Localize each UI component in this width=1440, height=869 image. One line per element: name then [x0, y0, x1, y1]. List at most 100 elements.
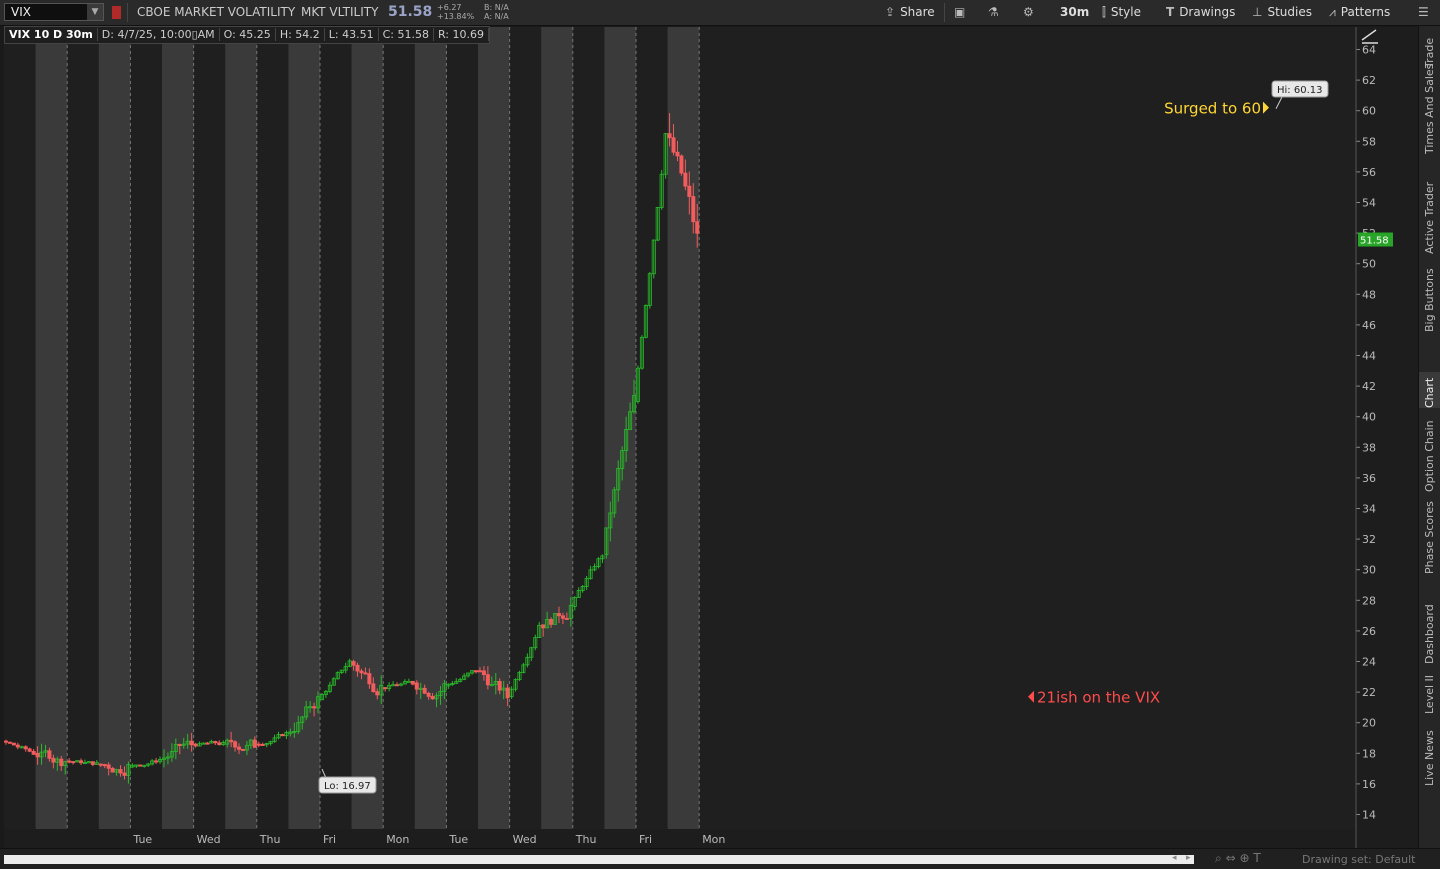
session-band — [35, 27, 68, 829]
day-label: Thu — [259, 833, 281, 846]
candle-body — [205, 742, 210, 745]
scroll-right-icon[interactable]: ▸ — [1186, 853, 1191, 863]
bottom-bar: ◂ ▸ ⌕ ⇔ ⊕ T Drawing set: Default — [0, 848, 1440, 869]
y-tick-label: 64 — [1362, 44, 1376, 57]
candle-body — [383, 687, 388, 690]
y-tick-label: 58 — [1362, 135, 1376, 148]
candle-body — [564, 617, 569, 620]
day-label: Mon — [702, 833, 725, 846]
candle-body — [312, 706, 317, 709]
candle-body — [240, 748, 245, 751]
tab-label: Chart — [1423, 377, 1436, 408]
candle-body — [549, 619, 554, 625]
text-tool-icon[interactable]: T — [1253, 851, 1260, 865]
candle-body — [106, 764, 111, 769]
low-label: Lo: 16.97 — [324, 781, 371, 792]
candle-body — [371, 683, 376, 693]
candle-body — [683, 172, 688, 187]
crosshair-icon[interactable]: ⊕ — [1239, 851, 1249, 865]
annotation-surged: Surged to 60 — [1164, 100, 1261, 118]
session-band — [225, 27, 257, 829]
candle-body — [675, 151, 680, 157]
candle-body — [11, 742, 16, 746]
candle-body — [414, 682, 419, 690]
y-tick-label: 30 — [1362, 564, 1376, 577]
y-tick-label: 24 — [1362, 656, 1376, 669]
candle-body — [79, 760, 84, 764]
right-sidebar-tabs: Trade Times And Sales Active Trader Big But… — [1418, 26, 1440, 848]
scroll-left-icon[interactable]: ◂ — [1172, 853, 1177, 863]
candle-body — [27, 748, 32, 752]
candle-body — [280, 734, 285, 737]
candle-body — [233, 741, 238, 748]
tab-label: Live News — [1423, 730, 1436, 786]
bar-low: L: 43.51 — [324, 28, 379, 41]
y-tick-label: 14 — [1362, 809, 1376, 822]
candle-body — [47, 750, 52, 759]
candle-body — [23, 746, 28, 750]
session-band — [351, 27, 384, 829]
session-band — [541, 27, 573, 829]
y-tick-label: 42 — [1362, 380, 1376, 393]
y-tick-label: 16 — [1362, 778, 1376, 791]
bar-high: H: 54.2 — [275, 28, 325, 41]
bar-open: O: 45.25 — [219, 28, 276, 41]
candle-body — [189, 740, 194, 746]
zoom-icon[interactable]: ⌕ — [1215, 851, 1222, 865]
y-tick-label: 28 — [1362, 594, 1376, 607]
day-label: Thu — [575, 833, 597, 846]
candle-body — [98, 763, 103, 766]
y-tick-label: 44 — [1362, 350, 1376, 363]
y-tick-label: 20 — [1362, 717, 1376, 730]
candle-body — [3, 740, 8, 743]
candle-body — [118, 769, 123, 774]
tab-chart[interactable]: Chart — [1419, 372, 1440, 408]
horizontal-scrollbar[interactable] — [4, 855, 1194, 864]
y-tick-label: 34 — [1362, 503, 1376, 516]
candle-body — [31, 750, 36, 755]
drawing-set-label[interactable]: Drawing set: Default — [1302, 853, 1415, 866]
candle-body — [687, 185, 692, 197]
y-tick-label: 48 — [1362, 288, 1376, 301]
tab-label: Big Buttons — [1423, 268, 1436, 332]
session-band — [162, 27, 194, 829]
candle-body — [560, 615, 565, 619]
bar-range: R: 10.69 — [433, 28, 489, 41]
candle-body — [122, 772, 127, 776]
candle-body — [363, 672, 368, 675]
y-tick-label: 60 — [1362, 105, 1376, 118]
candle-body — [35, 752, 40, 758]
session-band — [414, 27, 447, 829]
session-band — [604, 27, 636, 829]
candle-body — [7, 741, 12, 744]
high-label: Hi: 60.13 — [1277, 85, 1322, 96]
day-label: Tue — [132, 833, 152, 846]
candle-body — [51, 757, 56, 763]
chart-info-bar: VIX 10 D 30m D: 4/7/25, 10:00▯AM O: 45.25 H… — [4, 26, 490, 44]
candle-body — [102, 764, 107, 767]
bar-date: D: 4/7/25, 10:00▯AM — [97, 28, 220, 41]
price-chart[interactable]: Tue Wed Thu Fri Mon Tue Wed Thu Fri Mon 14 16 18 20 22… — [0, 0, 1440, 868]
candle-body — [193, 743, 198, 747]
tab-label: Level II — [1423, 674, 1436, 714]
candle-body — [477, 670, 482, 673]
candle-body — [110, 767, 115, 773]
candle-body — [355, 664, 360, 672]
last-price-label: 51.58 — [1360, 236, 1389, 247]
candle-body — [367, 673, 372, 685]
tab-label: Active Trader — [1423, 181, 1436, 254]
candle-body — [71, 761, 76, 764]
candle-body — [667, 133, 672, 139]
chart-title: VIX 10 D 30m — [5, 28, 98, 41]
candle-body — [67, 760, 72, 763]
candle-body — [395, 684, 400, 687]
bar-close: C: 51.58 — [378, 28, 434, 41]
pan-icon[interactable]: ⇔ — [1226, 851, 1236, 865]
candle-body — [430, 696, 435, 700]
tab-label: Phase Scores — [1423, 501, 1436, 574]
candle-body — [256, 743, 261, 746]
tab-label: Times And Sales — [1423, 63, 1436, 154]
candle-body — [695, 221, 700, 234]
candle-body — [410, 680, 415, 685]
y-tick-label: 26 — [1362, 625, 1376, 638]
